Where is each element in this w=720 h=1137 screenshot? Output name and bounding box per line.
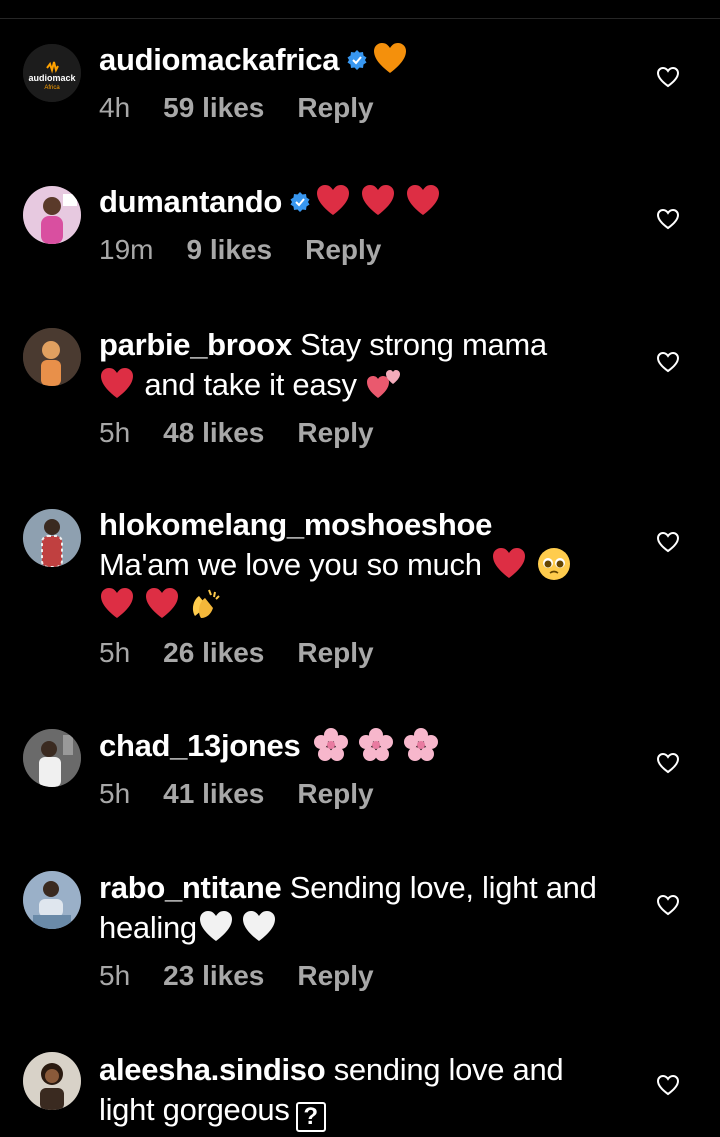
verified-badge-icon xyxy=(347,49,367,70)
avatar[interactable]: audiomack Africa xyxy=(23,44,81,102)
white-heart-icon xyxy=(242,911,275,941)
red-heart-icon xyxy=(317,185,349,215)
like-heart-icon[interactable] xyxy=(656,531,680,553)
comment-text: Ma'am we love you so much xyxy=(99,547,482,582)
comment-text: and take it easy xyxy=(144,367,357,402)
like-heart-icon[interactable] xyxy=(656,208,680,230)
like-heart-icon[interactable] xyxy=(656,1074,680,1096)
red-heart-icon xyxy=(362,185,394,215)
red-heart-icon xyxy=(146,588,178,618)
likes-count[interactable]: 48 likes xyxy=(163,415,264,451)
like-heart-icon[interactable] xyxy=(656,66,680,88)
timestamp: 4h xyxy=(99,92,131,123)
reply-button[interactable]: Reply xyxy=(297,635,373,671)
reply-button[interactable]: Reply xyxy=(297,958,373,994)
username[interactable]: dumantando xyxy=(99,184,282,219)
likes-count[interactable]: 59 likes xyxy=(163,90,264,126)
likes-count[interactable]: 41 likes xyxy=(163,776,264,812)
avatar[interactable] xyxy=(23,729,81,787)
red-heart-icon xyxy=(101,368,133,398)
avatar[interactable] xyxy=(23,871,81,929)
avatar[interactable] xyxy=(23,509,81,567)
timestamp: 5h xyxy=(99,960,131,991)
username[interactable]: hlokomelang_moshoeshoe xyxy=(99,507,492,542)
comment-text: Stay strong mama xyxy=(300,327,547,362)
timestamp: 5h xyxy=(99,637,131,668)
username[interactable]: parbie_broox xyxy=(99,327,292,362)
comment-meta: 5h 41 likes Reply xyxy=(99,776,619,812)
red-heart-icon xyxy=(407,185,439,215)
username[interactable]: rabo_ntitane xyxy=(99,870,282,905)
red-heart-icon xyxy=(101,588,133,618)
svg-text:Africa: Africa xyxy=(44,85,60,91)
username[interactable]: audiomackafrica xyxy=(99,42,339,77)
avatar[interactable] xyxy=(23,1052,81,1110)
timestamp: 19m xyxy=(99,234,154,265)
clapping-hands-icon xyxy=(192,589,220,618)
cherry-blossom-icon xyxy=(358,728,393,761)
cherry-blossom-icon xyxy=(403,728,438,761)
likes-count[interactable]: 9 likes xyxy=(186,232,272,268)
two-hearts-icon xyxy=(367,370,400,398)
reply-button[interactable]: Reply xyxy=(305,232,381,268)
unknown-glyph-icon: ? xyxy=(295,1102,326,1132)
username[interactable]: aleesha.sindiso xyxy=(99,1052,326,1087)
likes-count[interactable]: 26 likes xyxy=(163,635,264,671)
username[interactable]: chad_13jones xyxy=(99,728,301,763)
like-heart-icon[interactable] xyxy=(656,894,680,916)
reply-button[interactable]: Reply xyxy=(297,90,373,126)
reply-button[interactable]: Reply xyxy=(297,415,373,451)
avatar[interactable] xyxy=(23,186,81,244)
cherry-blossom-icon xyxy=(313,728,348,761)
comment-meta: 5h 23 likes Reply xyxy=(99,958,619,994)
red-heart-icon xyxy=(492,548,525,578)
top-divider xyxy=(0,18,720,19)
comment-meta: 5h 26 likes Reply xyxy=(99,635,619,671)
comment-meta: 19m 9 likes Reply xyxy=(99,232,619,268)
pleading-face-icon xyxy=(537,548,570,580)
like-heart-icon[interactable] xyxy=(656,752,680,774)
likes-count[interactable]: 23 likes xyxy=(163,958,264,994)
like-heart-icon[interactable] xyxy=(656,351,680,373)
comment-meta: 4h 59 likes Reply xyxy=(99,90,619,126)
comment-meta: 5h 48 likes Reply xyxy=(99,415,619,451)
reply-button[interactable]: Reply xyxy=(297,776,373,812)
avatar[interactable] xyxy=(23,328,81,386)
verified-badge-icon xyxy=(290,191,310,212)
timestamp: 5h xyxy=(99,417,131,448)
orange-heart-icon xyxy=(374,43,407,73)
timestamp: 5h xyxy=(99,778,131,809)
white-heart-icon xyxy=(199,911,232,941)
svg-text:audiomack: audiomack xyxy=(28,73,76,83)
